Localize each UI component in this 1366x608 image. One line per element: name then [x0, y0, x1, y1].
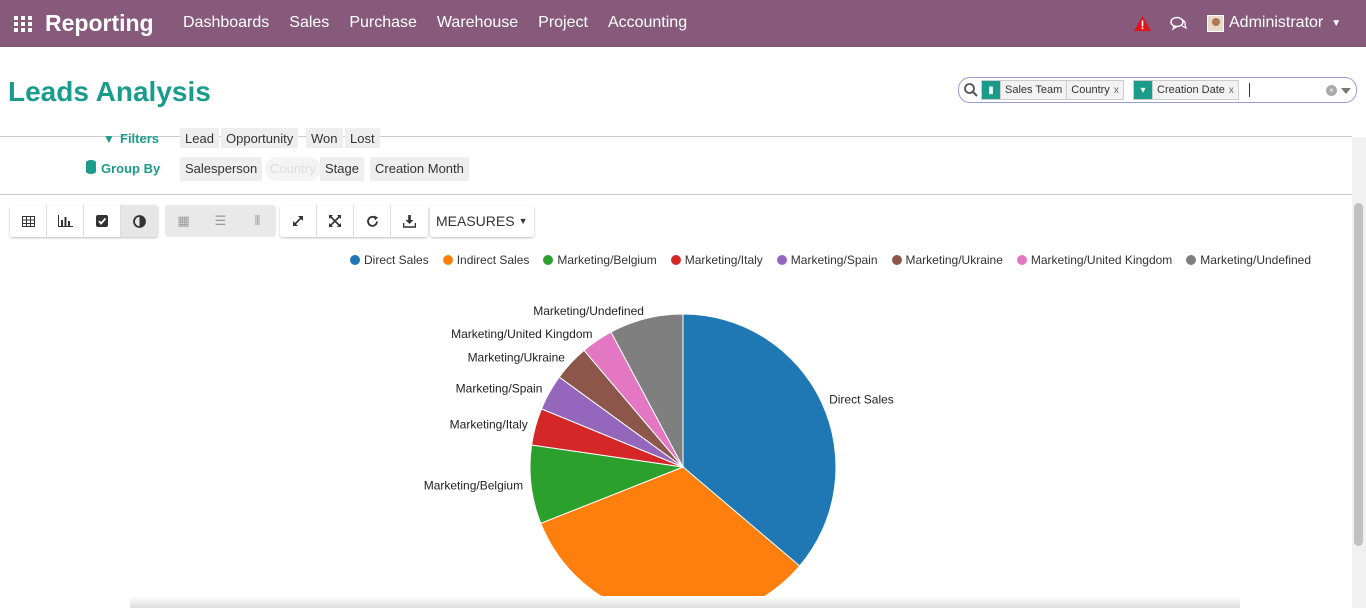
slice-label: Marketing/Italy [450, 418, 528, 432]
apps-grid-icon[interactable] [14, 16, 32, 32]
legend-label: Marketing/Italy [684, 253, 763, 267]
groupby-label: Group By [101, 161, 161, 176]
view-button-group [10, 205, 158, 237]
legend-item[interactable]: Marketing/Belgium [543, 253, 657, 267]
expand-icon[interactable] [280, 205, 317, 237]
refresh-icon[interactable] [354, 205, 391, 237]
groupby-country[interactable]: Country [265, 157, 321, 181]
legend-item[interactable]: Marketing/Spain [776, 253, 878, 267]
menu-accounting[interactable]: Accounting [608, 14, 687, 32]
search-input[interactable] [1249, 83, 1250, 97]
facet-remove-icon[interactable]: x [1229, 85, 1238, 96]
main-menu: Dashboards Sales Purchase Warehouse Proj… [183, 14, 687, 32]
download-icon[interactable] [391, 205, 428, 237]
search-facet-date: ▾ Creation Date x [1133, 80, 1239, 100]
legend-label: Direct Sales [364, 253, 429, 267]
filter-won[interactable]: Won [306, 128, 343, 148]
list-icon[interactable]: ☰ [202, 205, 239, 237]
caret-down-icon: ▼ [518, 216, 528, 226]
groupby-salesperson[interactable]: Salesperson [180, 157, 263, 181]
menu-warehouse[interactable]: Warehouse [437, 14, 518, 32]
legend-item[interactable]: Indirect Sales [442, 253, 530, 267]
legend-swatch [1016, 255, 1027, 265]
legend-item[interactable]: Marketing/Undefined [1186, 253, 1311, 267]
fullscreen-icon[interactable] [317, 205, 354, 237]
filter-lead[interactable]: Lead [180, 128, 219, 148]
slice-label: Marketing/United Kingdom [451, 327, 592, 341]
divider [0, 194, 1352, 195]
action-button-group [280, 205, 428, 237]
database-icon [86, 160, 96, 174]
legend-swatch [776, 255, 787, 265]
filter-opportunity[interactable]: Opportunity [221, 128, 299, 148]
legend-label: Marketing/Belgium [557, 253, 657, 267]
group-by-icon: ▮ [982, 81, 1000, 99]
menu-dashboards[interactable]: Dashboards [183, 14, 269, 32]
filters-label: Filters [120, 131, 160, 146]
slice-label: Marketing/Spain [456, 382, 543, 396]
legend-swatch [670, 255, 681, 265]
legend-item[interactable]: Marketing/Italy [670, 253, 763, 267]
slice-label: Marketing/Belgium [424, 479, 523, 493]
legend-label: Marketing/Ukraine [905, 253, 1003, 267]
page-title: Leads Analysis [8, 76, 211, 107]
measures-dropdown[interactable]: MEASURES ▼ [430, 205, 534, 237]
legend-label: Marketing/United Kingdom [1030, 253, 1173, 267]
layout-button-group: ▦ ☰ ⦀ [165, 205, 276, 237]
legend-label: Marketing/Spain [790, 253, 878, 267]
slice-label: Marketing/Ukraine [468, 351, 566, 365]
search-box[interactable]: ▮ Sales Team Country x ▾ Creation Date x… [958, 77, 1357, 103]
avatar [1207, 14, 1224, 32]
chart-legend: Direct Sales Indirect Sales Marketing/Belg… [350, 253, 1311, 267]
search-icon [964, 83, 978, 97]
app-title[interactable]: Reporting [45, 10, 154, 37]
legend-swatch [891, 255, 902, 265]
user-name: Administrator [1229, 14, 1324, 31]
legend-label: Marketing/Undefined [1200, 253, 1312, 267]
legend-item[interactable]: Direct Sales [350, 253, 429, 267]
groupby-stage[interactable]: Stage [320, 157, 364, 181]
slice-label: Direct Sales [829, 392, 894, 406]
menu-purchase[interactable]: Purchase [349, 14, 417, 32]
menu-sales[interactable]: Sales [289, 14, 329, 32]
legend-item[interactable]: Marketing/United Kingdom [1016, 253, 1173, 267]
clear-icon[interactable]: × [1326, 85, 1337, 96]
legend-item[interactable]: Marketing/Ukraine [891, 253, 1003, 267]
table-icon[interactable] [10, 205, 47, 237]
top-navbar: Reporting Dashboards Sales Purchase Ware… [0, 0, 1366, 47]
slice-label: Marketing/Undefined [533, 304, 644, 318]
warning-icon[interactable] [1134, 16, 1151, 31]
legend-label: Indirect Sales [456, 253, 530, 267]
legend-swatch [543, 255, 554, 265]
facet-remove-icon[interactable]: x [1114, 85, 1123, 96]
groupby-creation-month[interactable]: Creation Month [370, 157, 469, 181]
user-menu[interactable]: Administrator ▼ [1207, 14, 1341, 32]
caret-down-icon: ▼ [1331, 17, 1342, 29]
facet-value: Country [1066, 81, 1114, 99]
pie-chart-icon[interactable] [121, 205, 158, 237]
menu-project[interactable]: Project [538, 14, 588, 32]
checkbox-icon[interactable] [84, 205, 121, 237]
search-dropdown-icon[interactable] [1341, 88, 1351, 94]
filter-lost[interactable]: Lost [345, 128, 380, 148]
chat-icon[interactable] [1170, 15, 1187, 31]
search-facet-groupby: ▮ Sales Team Country x [981, 80, 1124, 100]
date-icon: ▾ [1134, 81, 1152, 99]
legend-swatch [442, 255, 453, 265]
legend-swatch [350, 255, 360, 265]
measures-label: MEASURES [436, 213, 515, 229]
legend-swatch [1186, 255, 1197, 265]
chart-bottom-edge [130, 596, 1240, 608]
grid-icon[interactable]: ▦ [165, 205, 202, 237]
columns-icon[interactable]: ⦀ [239, 205, 276, 237]
facet-value: Sales Team [1000, 81, 1066, 99]
facet-value: Creation Date [1152, 81, 1229, 99]
bar-chart-icon[interactable] [47, 205, 84, 237]
filter-icon: ▼ [103, 132, 115, 146]
scrollbar-thumb[interactable] [1354, 203, 1363, 546]
